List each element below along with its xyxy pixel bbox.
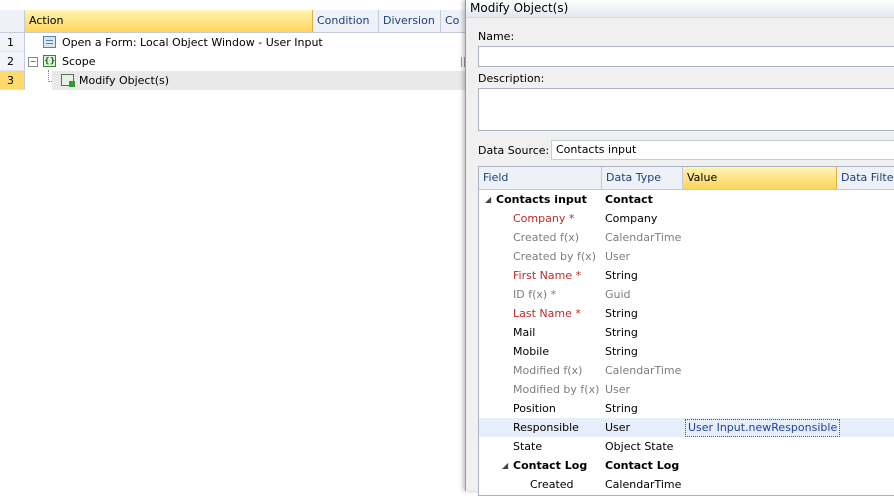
field-row[interactable]: First Name * String — [479, 266, 894, 285]
dialog-title: Modify Object(s) — [466, 0, 894, 18]
field-name: Contacts input — [496, 193, 587, 206]
action-label: Scope — [62, 55, 96, 68]
field-name: Created — [530, 478, 574, 491]
data-type: String — [605, 326, 638, 339]
value-cell[interactable]: User Input.newResponsible — [685, 419, 841, 437]
field-name: Contact Log — [513, 459, 588, 472]
action-list-panel: Action Condition Diversion Co 1 Open a F… — [0, 0, 471, 491]
data-type: Contact — [605, 193, 653, 206]
data-type: String — [605, 345, 638, 358]
field-name: Modified by f(x) — [513, 383, 600, 396]
action-row-selected[interactable]: 3 Modify Object(s) — [0, 71, 465, 90]
field-name: Created f(x) — [513, 231, 579, 244]
group-row[interactable]: ◢ Contact Log Contact Log — [479, 456, 894, 475]
data-type: String — [605, 269, 638, 282]
data-type: CalendarTime — [605, 364, 682, 377]
field-row[interactable]: Mobile String — [479, 342, 894, 361]
field-name: First Name * — [513, 269, 582, 282]
description-label: Description: — [478, 72, 545, 85]
data-type: Contact Log — [605, 459, 680, 472]
row-number: 1 — [0, 33, 25, 52]
description-field[interactable] — [478, 88, 894, 131]
modify-object-icon — [61, 74, 75, 87]
field-row[interactable]: Modified f(x) CalendarTime — [479, 361, 894, 380]
collapse-toggle[interactable]: − — [28, 57, 38, 67]
field-row[interactable]: Created CalendarTime — [479, 475, 894, 494]
action-row[interactable]: 2 − {} Scope — [0, 52, 465, 71]
form-icon — [43, 36, 56, 48]
name-label: Name: — [478, 30, 515, 43]
field-row[interactable]: Company * Company — [479, 209, 894, 228]
grid-header: Field Data Type Value Data Filter — [479, 167, 894, 190]
field-row[interactable]: Created by f(x) User — [479, 247, 894, 266]
data-type: CalendarTime — [605, 231, 682, 244]
field-row[interactable]: Last Name * String — [479, 304, 894, 323]
field-name: Last Name * — [513, 307, 581, 320]
field-name: Position — [513, 402, 556, 415]
field-row[interactable]: Position String — [479, 399, 894, 418]
column-header-action[interactable]: Action — [25, 10, 313, 32]
field-name: Mobile — [513, 345, 550, 358]
column-header-field[interactable]: Field — [479, 167, 602, 189]
column-header-value[interactable]: Value — [683, 167, 837, 189]
column-header-data-type[interactable]: Data Type — [602, 167, 683, 189]
group-row[interactable]: ◢ Contacts input Contact — [479, 190, 894, 209]
column-header-diversion[interactable]: Diversion — [379, 10, 441, 32]
data-type: User — [605, 383, 631, 396]
field-row-selected[interactable]: Responsible User User Input.newResponsib… — [479, 418, 894, 437]
data-type: User — [605, 250, 631, 263]
name-field[interactable] — [478, 46, 894, 67]
collapse-triangle-icon[interactable]: ◢ — [485, 190, 491, 209]
modify-object-dialog: Modify Object(s) Name: Description: Data… — [465, 0, 894, 496]
action-label: Modify Object(s) — [79, 74, 170, 87]
row-number: 2 — [0, 52, 25, 71]
field-name: Modified f(x) — [513, 364, 583, 377]
column-header-data-filter[interactable]: Data Filter — [837, 167, 894, 189]
column-header-condition[interactable]: Condition — [313, 10, 379, 32]
data-type: User — [605, 421, 631, 434]
scope-icon: {} — [43, 55, 56, 67]
field-grid: Field Data Type Value Data Filter ◢ Cont… — [478, 166, 894, 496]
data-type: CalendarTime — [605, 478, 682, 491]
row-number-header[interactable] — [0, 10, 25, 32]
data-type: Guid — [605, 288, 631, 301]
field-name: Mail — [513, 326, 536, 339]
action-row[interactable]: 1 Open a Form: Local Object Window - Use… — [0, 33, 465, 52]
field-name: ID f(x) * — [513, 288, 557, 301]
data-source-select[interactable]: Contacts input — [551, 140, 894, 160]
field-name: State — [513, 440, 543, 453]
field-row[interactable]: Modified by f(x) User — [479, 380, 894, 399]
field-row[interactable]: Mail String — [479, 323, 894, 342]
field-name: Responsible — [513, 421, 579, 434]
row-number: 3 — [0, 71, 25, 90]
data-source-label: Data Source: — [478, 144, 550, 157]
field-row[interactable]: State Object State — [479, 437, 894, 456]
data-type: String — [605, 307, 638, 320]
field-row[interactable]: Created f(x) CalendarTime — [479, 228, 894, 247]
data-type: Object State — [605, 440, 674, 453]
field-name: Company * — [513, 212, 575, 225]
collapse-triangle-icon[interactable]: ◢ — [502, 456, 508, 475]
field-name: Created by f(x) — [513, 250, 596, 263]
data-type: String — [605, 402, 638, 415]
field-row[interactable]: ID f(x) * Guid — [479, 285, 894, 304]
action-label: Open a Form: Local Object Window - User … — [62, 36, 323, 49]
action-list-header: Action Condition Diversion Co — [0, 10, 471, 33]
data-type: Company — [605, 212, 658, 225]
